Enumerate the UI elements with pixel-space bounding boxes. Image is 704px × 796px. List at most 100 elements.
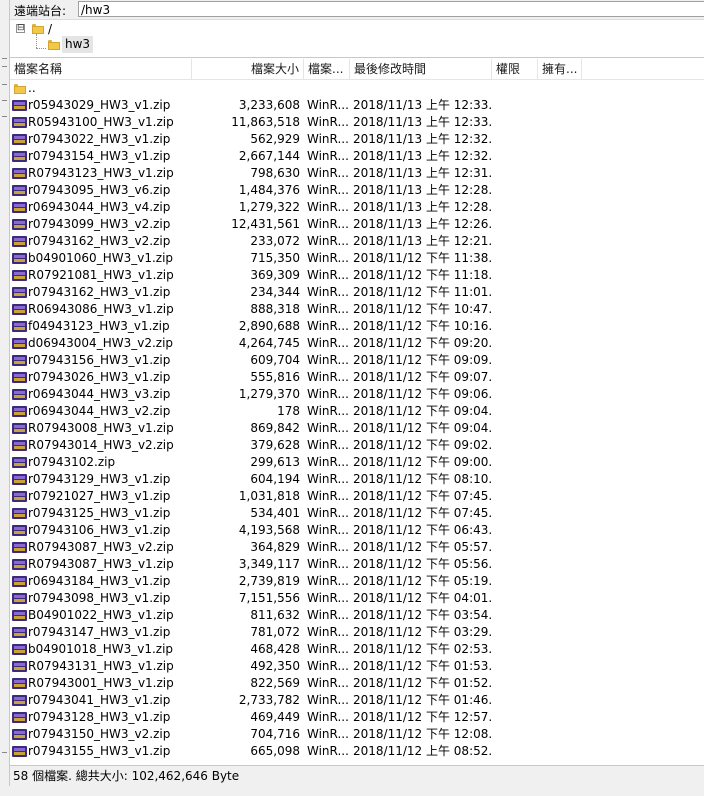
file-type: WinR... (307, 251, 349, 265)
file-row[interactable]: r07943129_HW3_v1.zip 604,194 WinR... 2018/1… (10, 471, 704, 488)
tree-node-root[interactable]: / (48, 22, 52, 36)
file-row[interactable]: r06943044_HW3_v4.zip 1,279,322 WinR... 2018… (10, 199, 704, 216)
file-size: 369,309 (250, 268, 300, 282)
tree-node-hw3[interactable]: hw3 (62, 36, 94, 53)
file-row[interactable]: R07921081_HW3_v1.zip 369,309 WinR... 2018/1… (10, 267, 704, 284)
file-row[interactable]: r07943106_HW3_v1.zip 4,193,568 WinR... 2018… (10, 522, 704, 539)
tree-connector (36, 48, 46, 49)
file-row[interactable]: r07943162_HW3_v1.zip 234,344 WinR... 2018/1… (10, 284, 704, 301)
file-row[interactable]: R07943131_HW3_v1.zip 492,350 WinR... 2018/1… (10, 658, 704, 675)
file-type: WinR... (307, 591, 349, 605)
column-header-filetype[interactable]: 檔案... (304, 59, 350, 79)
file-size: 492,350 (250, 659, 300, 673)
list-item-parent-dir[interactable]: .. (10, 80, 704, 97)
file-row[interactable]: d06943004_HW3_v2.zip 4,264,745 WinR... 2018… (10, 335, 704, 352)
file-row[interactable]: r05943029_HW3_v1.zip 3,233,608 WinR... 2018… (10, 97, 704, 114)
column-header-permissions[interactable]: 權限 (492, 59, 538, 79)
file-row[interactable]: R07943087_HW3_v2.zip 364,829 WinR... 2018/1… (10, 539, 704, 556)
remote-directory-tree: ⊟ / hw3 (10, 20, 704, 58)
column-header-modified[interactable]: 最後修改時間 (350, 59, 492, 79)
file-row[interactable]: r07943162_HW3_v2.zip 233,072 WinR... 2018/1… (10, 233, 704, 250)
file-size: 364,829 (250, 540, 300, 554)
file-name: r06943044_HW3_v2.zip (28, 404, 171, 418)
winrar-archive-icon (12, 236, 27, 247)
file-size: 178 (277, 404, 300, 418)
file-row[interactable]: r07943022_HW3_v1.zip 562,929 WinR... 2018/1… (10, 131, 704, 148)
winrar-archive-icon (12, 185, 27, 196)
file-type: WinR... (307, 387, 349, 401)
file-row[interactable]: r07921027_HW3_v1.zip 1,031,818 WinR... 2018… (10, 488, 704, 505)
file-type: WinR... (307, 149, 349, 163)
file-row[interactable]: r07943155_HW3_v1.zip 665,098 WinR... 2018/1… (10, 743, 704, 760)
file-size: 234,344 (250, 285, 300, 299)
file-name: r07943154_HW3_v1.zip (28, 149, 171, 163)
file-type: WinR... (307, 659, 349, 673)
file-modified: 2018/11/13 上午 12:31... (353, 166, 493, 180)
column-header-filesize[interactable]: 檔案大小 (192, 59, 304, 79)
file-row[interactable]: R07943008_HW3_v1.zip 869,842 WinR... 2018/1… (10, 420, 704, 437)
winrar-archive-icon (12, 100, 27, 111)
column-header-owner[interactable]: 擁有... (538, 59, 582, 79)
remote-path-input[interactable]: /hw3 (78, 1, 704, 17)
file-modified: 2018/11/12 上午 08:52... (353, 744, 493, 758)
file-row[interactable]: r07943099_HW3_v2.zip 12,431,561 WinR... 201… (10, 216, 704, 233)
file-type: WinR... (307, 506, 349, 520)
file-type: WinR... (307, 217, 349, 231)
file-modified: 2018/11/12 下午 05:56... (353, 557, 493, 571)
file-name: R05943100_HW3_v1.zip (28, 115, 174, 129)
folder-icon (32, 23, 44, 34)
winrar-archive-icon (12, 695, 27, 706)
file-row[interactable]: R07943014_HW3_v2.zip 379,628 WinR... 2018/1… (10, 437, 704, 454)
winrar-archive-icon (12, 134, 27, 145)
file-row[interactable]: f04943123_HW3_v1.zip 2,890,688 WinR... 2018… (10, 318, 704, 335)
file-row[interactable]: r07943147_HW3_v1.zip 781,072 WinR... 2018/1… (10, 624, 704, 641)
winrar-archive-icon (12, 202, 27, 213)
file-row[interactable]: r07943150_HW3_v2.zip 704,716 WinR... 2018/1… (10, 726, 704, 743)
file-row[interactable]: r07943102.zip 299,613 WinR... 2018/11/12 下午… (10, 454, 704, 471)
file-row[interactable]: R06943086_HW3_v1.zip 888,318 WinR... 2018/1… (10, 301, 704, 318)
file-type: WinR... (307, 625, 349, 639)
file-row[interactable]: B04901022_HW3_v1.zip 811,632 WinR... 2018/1… (10, 607, 704, 624)
file-modified: 2018/11/12 下午 09:09... (353, 353, 493, 367)
winrar-archive-icon (12, 729, 27, 740)
file-name: r07943162_HW3_v2.zip (28, 234, 171, 248)
file-row[interactable]: R07943001_HW3_v1.zip 822,569 WinR... 2018/1… (10, 675, 704, 692)
file-type: WinR... (307, 166, 349, 180)
column-header-filename[interactable]: 檔案名稱 (10, 59, 192, 79)
file-size: 7,151,556 (238, 591, 300, 605)
file-row[interactable]: r07943154_HW3_v1.zip 2,667,144 WinR... 2018… (10, 148, 704, 165)
winrar-archive-icon (12, 576, 27, 587)
winrar-archive-icon (12, 355, 27, 366)
file-size: 2,739,819 (238, 574, 300, 588)
file-name: r07943128_HW3_v1.zip (28, 710, 171, 724)
file-modified: 2018/11/13 上午 12:33... (353, 115, 493, 129)
file-row[interactable]: r07943156_HW3_v1.zip 609,704 WinR... 2018/1… (10, 352, 704, 369)
file-type: WinR... (307, 455, 349, 469)
file-size: 3,233,608 (238, 98, 300, 112)
file-row[interactable]: b04901060_HW3_v1.zip 715,350 WinR... 2018/1… (10, 250, 704, 267)
file-modified: 2018/11/12 下午 07:45... (353, 506, 493, 520)
file-name: r07943099_HW3_v2.zip (28, 217, 171, 231)
file-type: WinR... (307, 302, 349, 316)
file-row[interactable]: R07943087_HW3_v1.zip 3,349,117 WinR... 2018… (10, 556, 704, 573)
file-modified: 2018/11/13 上午 12:26... (353, 217, 493, 231)
file-type: WinR... (307, 200, 349, 214)
file-row[interactable]: r06943044_HW3_v3.zip 1,279,370 WinR... 2018… (10, 386, 704, 403)
file-size: 233,072 (250, 234, 300, 248)
file-row[interactable]: r07943095_HW3_v6.zip 1,484,376 WinR... 2018… (10, 182, 704, 199)
file-row[interactable]: r07943128_HW3_v1.zip 469,449 WinR... 2018/1… (10, 709, 704, 726)
file-row[interactable]: r06943184_HW3_v1.zip 2,739,819 WinR... 2018… (10, 573, 704, 590)
file-row[interactable]: r07943026_HW3_v1.zip 555,816 WinR... 2018/1… (10, 369, 704, 386)
file-row[interactable]: R05943100_HW3_v1.zip 11,863,518 WinR... 201… (10, 114, 704, 131)
file-row[interactable]: R07943123_HW3_v1.zip 798,630 WinR... 2018/1… (10, 165, 704, 182)
file-row[interactable]: b04901018_HW3_v1.zip 468,428 WinR... 2018/1… (10, 641, 704, 658)
file-type: WinR... (307, 98, 349, 112)
file-name: R07943131_HW3_v1.zip (28, 659, 174, 673)
file-row[interactable]: r07943041_HW3_v1.zip 2,733,782 WinR... 2018… (10, 692, 704, 709)
file-modified: 2018/11/13 上午 12:28... (353, 183, 493, 197)
file-row[interactable]: r07943098_HW3_v1.zip 7,151,556 WinR... 2018… (10, 590, 704, 607)
left-pane-tick (2, 116, 7, 117)
file-row[interactable]: r07943125_HW3_v1.zip 534,401 WinR... 2018/1… (10, 505, 704, 522)
file-row[interactable]: r06943044_HW3_v2.zip 178 WinR... 2018/11/12… (10, 403, 704, 420)
collapse-icon[interactable]: ⊟ (16, 24, 25, 33)
